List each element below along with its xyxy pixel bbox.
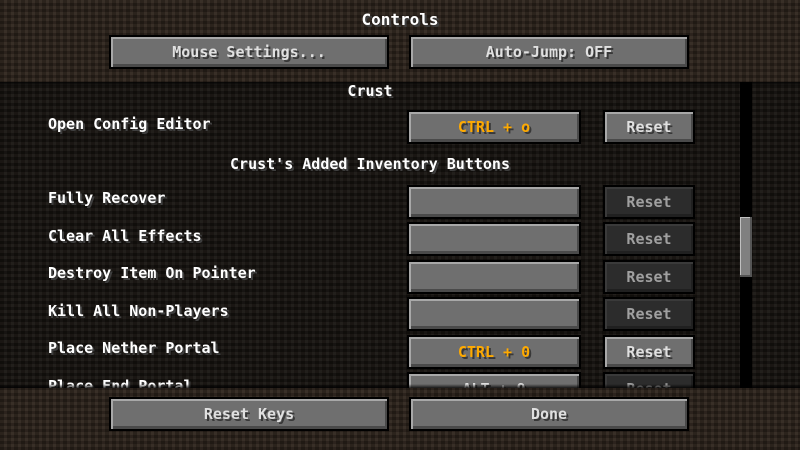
scrollbar-thumb[interactable] (740, 217, 752, 277)
keybind-label: Open Config Editor (48, 115, 211, 133)
key-combo-label: ALT + 9 (462, 380, 525, 388)
done-button[interactable]: Done (409, 397, 689, 431)
reset-button-open-config-editor[interactable]: Reset (603, 110, 695, 144)
keybind-label: Kill All Non-Players (48, 302, 229, 320)
keybind-button-fully-recover[interactable] (407, 185, 581, 219)
keybind-label: Place End Portal (48, 377, 193, 388)
keybind-button-clear-all-effects[interactable] (407, 222, 581, 256)
reset-button-destroy-item-on-pointer[interactable]: Reset (603, 260, 695, 294)
category-header-crust: Crust (347, 82, 393, 100)
keybind-label: Clear All Effects (48, 227, 202, 245)
keybind-button-kill-all-non-players[interactable] (407, 297, 581, 331)
key-combo-label: CTRL + 0 (457, 343, 531, 361)
mouse-settings-button[interactable]: Mouse Settings... (109, 35, 389, 69)
controls-screen: Controls Mouse Settings... Auto-Jump: OF… (0, 0, 800, 450)
auto-jump-toggle-button[interactable]: Auto-Jump: OFF (409, 35, 689, 69)
reset-button-kill-all-non-players[interactable]: Reset (603, 297, 695, 331)
reset-button-clear-all-effects[interactable]: Reset (603, 222, 695, 256)
keybind-label: Fully Recover (48, 189, 166, 207)
reset-button-place-nether-portal[interactable]: Reset (603, 335, 695, 369)
reset-keys-button[interactable]: Reset Keys (109, 397, 389, 431)
keybind-button-destroy-item-on-pointer[interactable] (407, 260, 581, 294)
keybind-list[interactable]: Crust Open Config Editor CTRL + o Reset … (0, 82, 800, 388)
key-combo-label: CTRL + o (457, 118, 531, 136)
keybind-label: Place Nether Portal (48, 339, 220, 357)
keybind-button-place-end-portal[interactable]: ALT + 9 (407, 372, 581, 388)
keybind-button-place-nether-portal[interactable]: CTRL + 0 (407, 335, 581, 369)
reset-button-fully-recover[interactable]: Reset (603, 185, 695, 219)
screen-title: Controls (361, 10, 439, 29)
keybind-label: Destroy Item On Pointer (48, 264, 256, 282)
keybind-button-open-config-editor[interactable]: CTRL + o (407, 110, 581, 144)
category-header-inventory-buttons: Crust's Added Inventory Buttons (230, 155, 510, 173)
reset-button-place-end-portal[interactable]: Reset (603, 372, 695, 388)
